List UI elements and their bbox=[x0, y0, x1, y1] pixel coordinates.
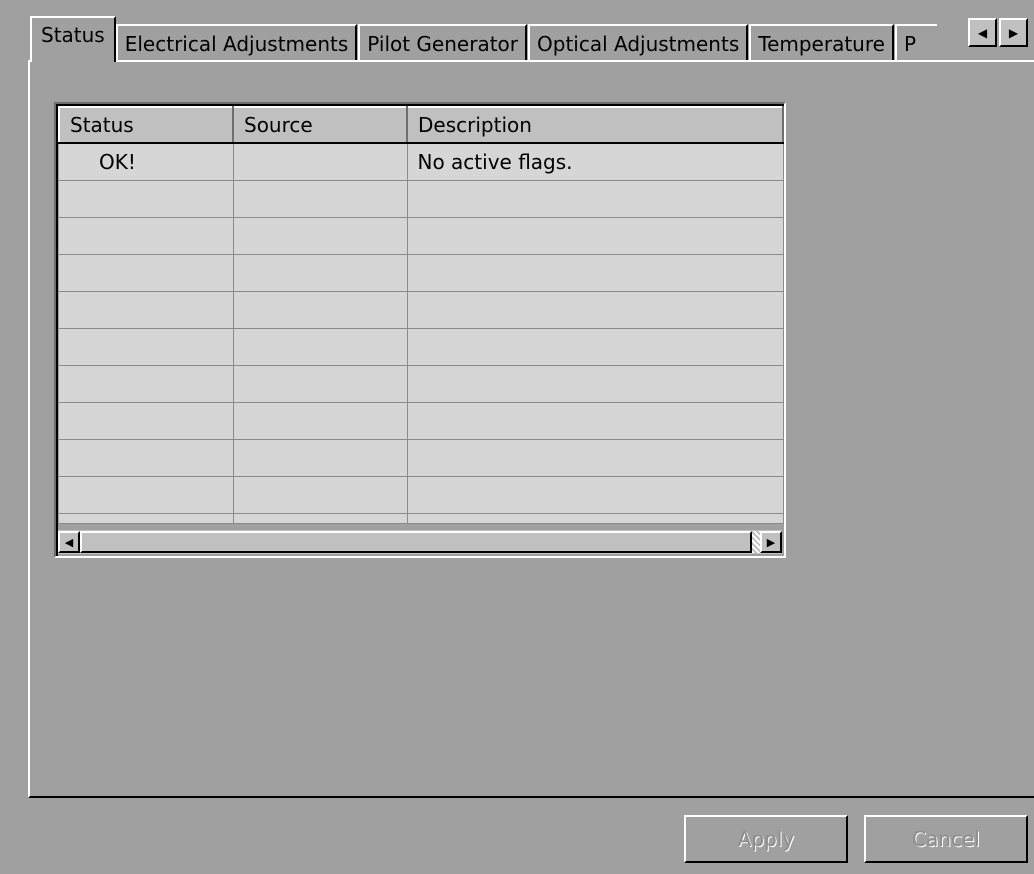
table-header-row: Status Source Description bbox=[58, 106, 784, 144]
apply-button[interactable]: Apply bbox=[684, 815, 848, 863]
scroll-right-arrow-icon[interactable]: ▶ bbox=[999, 18, 1028, 47]
table-row[interactable] bbox=[59, 328, 784, 366]
table-row[interactable] bbox=[59, 365, 784, 403]
scroll-left-arrow-icon[interactable]: ◀ bbox=[58, 531, 80, 553]
cancel-button-label: Cancel bbox=[912, 827, 980, 851]
table-row[interactable]: OK! No active flags. bbox=[59, 143, 784, 181]
tab-strip: Status Electrical Adjustments Pilot Gene… bbox=[28, 14, 938, 62]
cell-status[interactable] bbox=[59, 476, 234, 514]
tab-pilot-generator[interactable]: Pilot Generator bbox=[358, 24, 527, 62]
table-row[interactable] bbox=[59, 402, 784, 440]
status-grid: Status Source Description OK! No active f… bbox=[54, 102, 786, 558]
cell-empty bbox=[59, 513, 234, 524]
tab-status[interactable]: Status bbox=[30, 16, 116, 62]
tab-label: P bbox=[903, 32, 917, 56]
tab-label: Optical Adjustments bbox=[537, 32, 740, 56]
cell-description[interactable] bbox=[407, 476, 784, 514]
cell-description[interactable] bbox=[407, 365, 784, 403]
table-row[interactable] bbox=[59, 291, 784, 329]
table-row[interactable] bbox=[59, 217, 784, 255]
cell-description[interactable] bbox=[407, 291, 784, 329]
cell-status[interactable]: OK! bbox=[59, 143, 234, 181]
cell-empty bbox=[233, 513, 408, 524]
tab-label: Status bbox=[41, 23, 105, 47]
cell-description[interactable] bbox=[407, 402, 784, 440]
cell-status[interactable] bbox=[59, 254, 234, 292]
cell-description[interactable] bbox=[407, 439, 784, 477]
cell-source[interactable] bbox=[233, 365, 408, 403]
cell-source[interactable] bbox=[233, 254, 408, 292]
cell-status[interactable] bbox=[59, 439, 234, 477]
tab-partial-hidden[interactable]: P bbox=[894, 24, 937, 62]
cell-status[interactable] bbox=[59, 365, 234, 403]
cell-description[interactable] bbox=[407, 254, 784, 292]
column-header-source[interactable]: Source bbox=[232, 106, 408, 144]
tab-temperature[interactable]: Temperature bbox=[749, 24, 894, 62]
cell-source[interactable] bbox=[233, 476, 408, 514]
table-row[interactable] bbox=[59, 180, 784, 218]
cell-description[interactable] bbox=[407, 328, 784, 366]
table-row[interactable] bbox=[59, 476, 784, 514]
tab-scroll-buttons: ◀ ▶ bbox=[966, 18, 1028, 47]
tab-label: Temperature bbox=[758, 32, 885, 56]
horizontal-scrollbar[interactable]: ◀ ▶ bbox=[58, 530, 782, 554]
tab-label: Pilot Generator bbox=[367, 32, 518, 56]
cell-empty bbox=[407, 513, 784, 524]
table-row[interactable] bbox=[59, 254, 784, 292]
cancel-button[interactable]: Cancel bbox=[864, 815, 1028, 863]
scroll-right-arrow-icon[interactable]: ▶ bbox=[760, 531, 782, 553]
cell-status[interactable] bbox=[59, 291, 234, 329]
table-row-partial bbox=[59, 513, 784, 524]
cell-source[interactable] bbox=[233, 217, 408, 255]
cell-status[interactable] bbox=[59, 180, 234, 218]
properties-dialog: Status Electrical Adjustments Pilot Gene… bbox=[0, 0, 1034, 874]
apply-button-label: Apply bbox=[737, 827, 795, 851]
cell-source[interactable] bbox=[233, 328, 408, 366]
cell-description[interactable]: No active flags. bbox=[407, 143, 784, 181]
column-header-description[interactable]: Description bbox=[406, 106, 784, 144]
table-row[interactable] bbox=[59, 439, 784, 477]
cell-source[interactable] bbox=[233, 402, 408, 440]
column-header-status[interactable]: Status bbox=[58, 106, 234, 144]
cell-status[interactable] bbox=[59, 402, 234, 440]
scroll-left-arrow-icon[interactable]: ◀ bbox=[968, 18, 997, 47]
cell-source[interactable] bbox=[233, 291, 408, 329]
cell-status[interactable] bbox=[59, 217, 234, 255]
tab-electrical-adjustments[interactable]: Electrical Adjustments bbox=[115, 24, 358, 62]
cell-description[interactable] bbox=[407, 217, 784, 255]
cell-source[interactable] bbox=[233, 143, 408, 181]
scrollbar-track[interactable] bbox=[752, 531, 760, 553]
cell-source[interactable] bbox=[233, 439, 408, 477]
tab-label: Electrical Adjustments bbox=[124, 32, 349, 56]
status-table: Status Source Description OK! No active f… bbox=[58, 106, 784, 524]
grid-body: Status Source Description OK! No active f… bbox=[56, 104, 784, 556]
cell-description[interactable] bbox=[407, 180, 784, 218]
cell-source[interactable] bbox=[233, 180, 408, 218]
cell-status[interactable] bbox=[59, 328, 234, 366]
scrollbar-thumb[interactable] bbox=[80, 531, 752, 553]
tab-optical-adjustments[interactable]: Optical Adjustments bbox=[528, 24, 749, 62]
